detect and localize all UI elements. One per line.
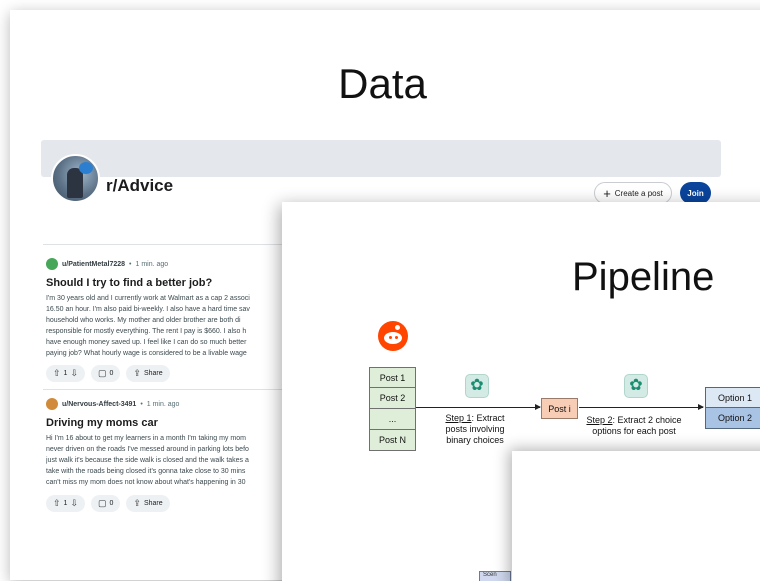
post-author[interactable]: u/Nervous-Affect-3491 bbox=[62, 401, 136, 408]
posts-list-item: Post 2 bbox=[369, 388, 416, 409]
chatgpt-icon: ✿ bbox=[465, 374, 489, 398]
post-body: Hi I'm 16 about to get my learners in a … bbox=[46, 433, 311, 489]
post-body-line: take with the roads being closed it's go… bbox=[46, 468, 246, 475]
downvote-arrow-icon[interactable]: ⇩ bbox=[70, 369, 78, 378]
meta-separator: • bbox=[129, 260, 132, 268]
vote-count: 1 bbox=[63, 500, 68, 507]
meta-separator: • bbox=[140, 400, 143, 408]
post-body-line: 16.50 an hour. I'm also paid bi-weekly. … bbox=[46, 306, 250, 313]
reddit-eye bbox=[389, 336, 392, 339]
downvote-arrow-icon[interactable]: ⇩ bbox=[70, 499, 78, 508]
post-body-line: just walk it's because the side walk is … bbox=[46, 457, 249, 464]
reddit-face bbox=[384, 332, 402, 344]
join-button[interactable]: Join bbox=[680, 182, 711, 204]
share-button[interactable]: ⇪ Share bbox=[126, 365, 170, 382]
plus-icon: + bbox=[603, 185, 611, 201]
share-icon: ⇪ bbox=[133, 498, 141, 508]
post-i-box: Post i bbox=[541, 398, 578, 419]
third-slide bbox=[512, 451, 760, 581]
post-age: 1 min. ago bbox=[135, 260, 169, 268]
user-avatar[interactable] bbox=[46, 398, 58, 410]
comment-count: 0 bbox=[109, 500, 114, 507]
create-post-button[interactable]: + Create a post bbox=[594, 182, 672, 204]
post-body-line: can't miss my mom does not know about wh… bbox=[46, 479, 246, 486]
subreddit-name: r/Advice bbox=[106, 176, 174, 195]
step1-arrow bbox=[416, 404, 541, 410]
step1-caption: Step 1: Extract posts involving binary c… bbox=[437, 413, 513, 446]
share-label: Share bbox=[143, 370, 163, 377]
vote-pill: ⇧ 1 ⇩ bbox=[46, 365, 85, 382]
post-divider bbox=[43, 389, 303, 390]
reddit-alien-icon bbox=[378, 321, 408, 351]
post-actions: ⇧ 1 ⇩ ▢ 0 ⇪ Share bbox=[46, 495, 311, 512]
post-body-line: I'm 30 years old and I currently work at… bbox=[46, 295, 250, 302]
post-card[interactable]: u/PatientMetal7228 • 1 min. ago Should I… bbox=[46, 257, 311, 382]
comments-button[interactable]: ▢ 0 bbox=[91, 495, 121, 512]
comment-bubble-icon: ▢ bbox=[98, 498, 107, 508]
post-title[interactable]: Should I try to find a better job? bbox=[46, 277, 311, 289]
post-card[interactable]: u/Nervous-Affect-3491 • 1 min. ago Drivi… bbox=[46, 397, 311, 512]
comments-button[interactable]: ▢ 0 bbox=[91, 365, 121, 382]
post-author[interactable]: u/PatientMetal7228 bbox=[62, 261, 125, 268]
share-icon: ⇪ bbox=[133, 368, 141, 378]
posts-list-item: ... bbox=[369, 409, 416, 430]
subreddit-banner bbox=[41, 140, 721, 177]
post-divider bbox=[43, 244, 303, 245]
posts-list: Post 1 Post 2 ... Post N bbox=[369, 367, 416, 451]
post-body-line: never driven on the roads I've messed ar… bbox=[46, 446, 249, 453]
post-title[interactable]: Driving my moms car bbox=[46, 417, 311, 429]
post-meta: u/Nervous-Affect-3491 • 1 min. ago bbox=[46, 397, 311, 411]
option-1-box: Option 1 bbox=[705, 387, 760, 408]
comment-bubble-icon: ▢ bbox=[98, 368, 107, 378]
share-label: Share bbox=[143, 500, 163, 507]
scenario-box-fragment: Scen bbox=[479, 571, 511, 581]
pipeline-slide-title: Pipeline bbox=[572, 255, 715, 299]
post-body-line: household who works. My mother and older… bbox=[46, 317, 241, 324]
post-body: I'm 30 years old and I currently work at… bbox=[46, 293, 311, 359]
comment-count: 0 bbox=[109, 370, 114, 377]
post-age: 1 min. ago bbox=[146, 400, 180, 408]
avatar-accent bbox=[79, 162, 93, 174]
posts-list-item: Post 1 bbox=[369, 367, 416, 388]
posts-list-item: Post N bbox=[369, 430, 416, 451]
step2-caption: Step 2: Extract 2 choice options for eac… bbox=[582, 415, 686, 437]
option-2-box: Option 2 bbox=[705, 408, 760, 429]
reddit-antenna bbox=[395, 325, 400, 330]
data-slide-title: Data bbox=[338, 60, 427, 107]
upvote-arrow-icon[interactable]: ⇧ bbox=[53, 499, 61, 508]
post-actions: ⇧ 1 ⇩ ▢ 0 ⇪ Share bbox=[46, 365, 311, 382]
post-body-line: have enough money saved up. I feel like … bbox=[46, 339, 247, 346]
step2-label: Step 2 bbox=[586, 415, 613, 425]
step2-arrow bbox=[579, 404, 704, 410]
post-body-line: paying job? What hourly wage is consider… bbox=[46, 350, 247, 357]
user-avatar[interactable] bbox=[46, 258, 58, 270]
post-body-line: Hi I'm 16 about to get my learners in a … bbox=[46, 435, 246, 442]
chatgpt-icon: ✿ bbox=[624, 374, 648, 398]
post-body-line: responsible for mostly everything. The r… bbox=[46, 328, 247, 335]
vote-count: 1 bbox=[63, 370, 68, 377]
step1-label: Step 1 bbox=[445, 413, 472, 423]
create-post-label: Create a post bbox=[614, 188, 663, 198]
subreddit-avatar[interactable] bbox=[51, 154, 100, 203]
post-meta: u/PatientMetal7228 • 1 min. ago bbox=[46, 257, 311, 271]
reddit-eye bbox=[395, 336, 398, 339]
vote-pill: ⇧ 1 ⇩ bbox=[46, 495, 85, 512]
share-button[interactable]: ⇪ Share bbox=[126, 495, 170, 512]
upvote-arrow-icon[interactable]: ⇧ bbox=[53, 369, 61, 378]
options-list: Option 1 Option 2 bbox=[705, 387, 760, 429]
